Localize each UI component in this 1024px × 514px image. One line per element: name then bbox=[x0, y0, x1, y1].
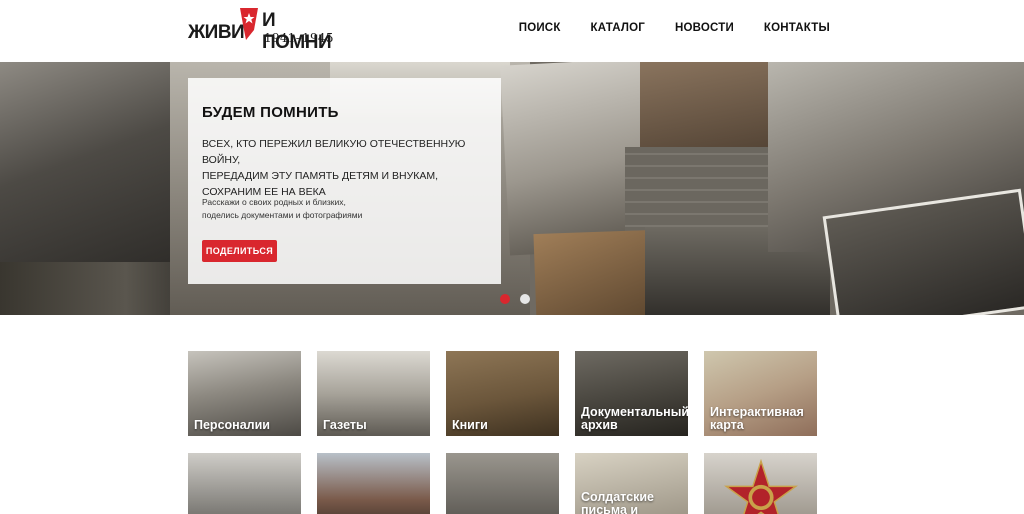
share-button[interactable]: ПОДЕЛИТЬСЯ bbox=[202, 240, 277, 262]
nav-catalog-link[interactable]: КАТАЛОГ bbox=[591, 22, 645, 34]
order-star-icon bbox=[724, 459, 798, 514]
archive-photo-officers bbox=[0, 62, 190, 272]
category-tile-books[interactable]: Книги bbox=[446, 351, 559, 436]
hero-text-panel: БУДЕМ ПОМНИТЬ ВСЕХ, КТО ПЕРЕЖИЛ ВЕЛИКУЮ … bbox=[188, 78, 501, 284]
tile-image-parade bbox=[317, 453, 430, 514]
category-tile-letters[interactable]: Солдатские письма и bbox=[575, 453, 688, 514]
hero-note-line: поделись документами и фотографиями bbox=[202, 210, 363, 220]
nav-contacts-link[interactable]: КОНТАКТЫ bbox=[764, 22, 830, 34]
logo-years: 1941–1945 bbox=[264, 31, 334, 45]
category-tile-map[interactable]: Интерактивная карта bbox=[704, 351, 817, 436]
tile-label: Документальный архив bbox=[581, 405, 688, 432]
hero-note-line: Расскажи о своих родных и близких, bbox=[202, 197, 346, 207]
hero-title: БУДЕМ ПОМНИТЬ bbox=[202, 104, 339, 121]
tile-label: Интерактивная карта bbox=[710, 405, 804, 432]
category-tile-order[interactable] bbox=[704, 453, 817, 514]
main-nav: ПОИСК КАТАЛОГ НОВОСТИ КОНТАКТЫ bbox=[519, 22, 830, 34]
category-tile-soldier-portrait[interactable] bbox=[446, 453, 559, 514]
red-flag-pen-icon bbox=[240, 8, 258, 40]
tile-label: Газеты bbox=[323, 418, 367, 432]
category-tile-newspapers[interactable]: Газеты bbox=[317, 351, 430, 436]
category-tile-artillery[interactable] bbox=[188, 453, 301, 514]
tile-label: Персоналии bbox=[194, 418, 270, 432]
slider-dots bbox=[500, 294, 530, 304]
category-tile-persons[interactable]: Персоналии bbox=[188, 351, 301, 436]
hero-lead-text: ВСЕХ, КТО ПЕРЕЖИЛ ВЕЛИКУЮ ОТЕЧЕСТВЕННУЮ … bbox=[202, 136, 497, 200]
archive-photo-building bbox=[625, 147, 770, 237]
tile-image-artillery bbox=[188, 453, 301, 514]
slider-dot-active[interactable] bbox=[500, 294, 510, 304]
site-header: ЖИВИ И ПОМНИ 1941–1945 ПОИСК КАТАЛОГ НОВ… bbox=[0, 0, 1024, 62]
category-tile-parade[interactable] bbox=[317, 453, 430, 514]
tile-label: Солдатские письма и bbox=[581, 490, 654, 514]
nav-search-link[interactable]: ПОИСК bbox=[519, 22, 561, 34]
archive-photo-young-soldier bbox=[533, 229, 657, 315]
hero-slider: БУДЕМ ПОМНИТЬ ВСЕХ, КТО ПЕРЕЖИЛ ВЕЛИКУЮ … bbox=[0, 62, 1024, 315]
hero-note: Расскажи о своих родных и близких, подел… bbox=[202, 196, 402, 222]
nav-news-link[interactable]: НОВОСТИ bbox=[675, 22, 734, 34]
tile-image-soldier bbox=[446, 453, 559, 514]
tile-label: Книги bbox=[452, 418, 488, 432]
slider-dot[interactable] bbox=[520, 294, 530, 304]
hero-lead-line: ВСЕХ, КТО ПЕРЕЖИЛ ВЕЛИКУЮ ОТЕЧЕСТВЕННУЮ … bbox=[202, 138, 466, 166]
site-logo[interactable]: ЖИВИ И ПОМНИ 1941–1945 bbox=[186, 6, 336, 53]
hero-lead-line: ПЕРЕДАДИМ ЭТУ ПАМЯТЬ ДЕТЯМ И ВНУКАМ, bbox=[202, 170, 439, 182]
category-tile-archive[interactable]: Документальный архив bbox=[575, 351, 688, 436]
